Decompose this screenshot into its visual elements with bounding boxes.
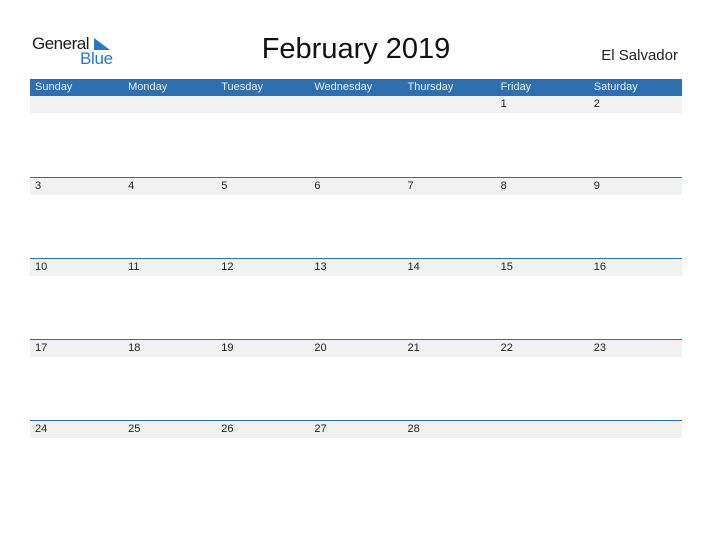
day-cell: 16 <box>593 261 606 273</box>
day-cell: 9 <box>593 180 600 192</box>
day-cell <box>589 421 682 438</box>
date-strip: 17 18 19 20 21 22 23 <box>30 340 682 357</box>
date-strip: 12 <box>30 96 682 113</box>
day-cell: 4 <box>128 180 135 192</box>
day-cell: 27 <box>314 423 327 435</box>
day-cell: 3 <box>35 180 42 192</box>
day-cell <box>30 96 123 113</box>
day-cell: 22 <box>500 342 513 354</box>
day-cell: 20 <box>314 342 327 354</box>
day-cell <box>309 96 402 113</box>
day-cell: 19 <box>221 342 234 354</box>
date-strip: 10 11 12 13 14 15 16 <box>30 259 682 276</box>
week-row: 12 <box>30 96 682 177</box>
weekday-sunday: Sunday <box>35 81 73 93</box>
day-cell: 8 <box>500 180 507 192</box>
day-cell: 18 <box>128 342 141 354</box>
day-cell: 10 <box>35 261 48 273</box>
day-cell: 1 <box>500 98 507 110</box>
day-cell: 26 <box>221 423 234 435</box>
day-cell: 13 <box>314 261 327 273</box>
day-cell: 17 <box>35 342 48 354</box>
calendar-grid: Sunday Monday Tuesday Wednesday Thursday… <box>30 79 682 501</box>
weekday-tuesday: Tuesday <box>221 81 264 93</box>
day-cell: 14 <box>407 261 420 273</box>
day-cell: 12 <box>221 261 234 273</box>
day-cell <box>403 96 496 113</box>
day-cell: 2 <box>593 98 600 110</box>
date-strip: 3 4 5 6 7 8 9 <box>30 178 682 195</box>
day-cell: 28 <box>407 423 420 435</box>
day-cell <box>216 96 309 113</box>
weekday-saturday: Saturday <box>593 81 638 93</box>
day-cell: 23 <box>593 342 606 354</box>
day-cell: 6 <box>314 180 321 192</box>
week-row: 3 4 5 6 7 8 9 <box>30 177 682 258</box>
day-cell <box>496 421 589 438</box>
day-cell: 7 <box>407 180 414 192</box>
date-strip: 24 25 26 27 28 <box>30 421 682 438</box>
weekday-monday: Monday <box>128 81 168 93</box>
weekday-friday: Friday <box>500 81 532 93</box>
day-cell: 11 <box>128 261 140 273</box>
day-cell: 15 <box>500 261 513 273</box>
weekday-header: Sunday Monday Tuesday Wednesday Thursday… <box>30 79 682 96</box>
week-row: 17 18 19 20 21 22 23 <box>30 339 682 420</box>
day-cell: 5 <box>221 180 228 192</box>
week-row: 10 11 12 13 14 15 16 <box>30 258 682 339</box>
weekday-thursday: Thursday <box>407 81 454 93</box>
weekday-wednesday: Wednesday <box>314 81 373 93</box>
day-cell: 24 <box>35 423 48 435</box>
week-row: 24 25 26 27 28 <box>30 420 682 501</box>
country-label: El Salvador <box>601 47 678 64</box>
day-cell: 21 <box>407 342 420 354</box>
day-cell: 25 <box>128 423 141 435</box>
day-cell <box>123 96 216 113</box>
